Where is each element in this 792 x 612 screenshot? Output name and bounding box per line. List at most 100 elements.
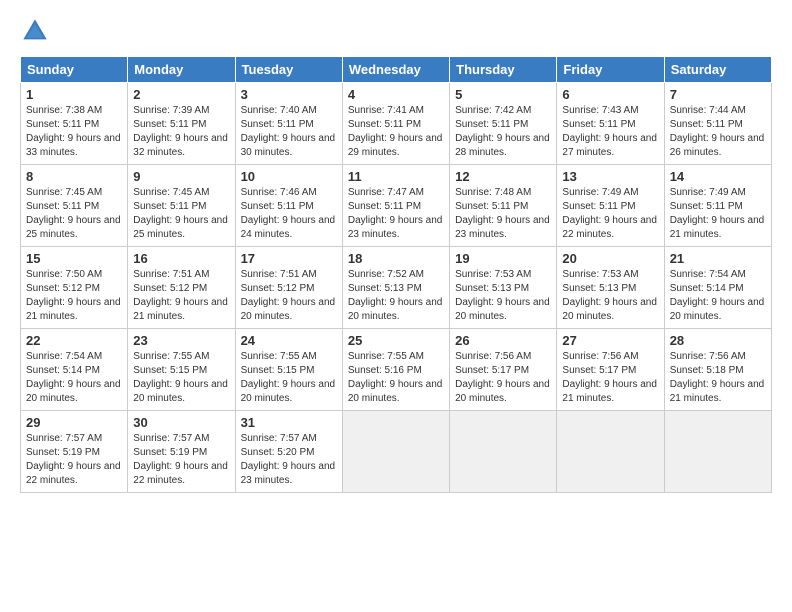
calendar-cell: 8Sunrise: 7:45 AM Sunset: 5:11 PM Daylig…: [21, 165, 128, 247]
day-number: 10: [241, 169, 337, 184]
calendar-cell: [664, 411, 771, 493]
day-number: 19: [455, 251, 551, 266]
weekday-header-row: SundayMondayTuesdayWednesdayThursdayFrid…: [21, 57, 772, 83]
weekday-header-tuesday: Tuesday: [235, 57, 342, 83]
day-number: 16: [133, 251, 229, 266]
day-info: Sunrise: 7:51 AM Sunset: 5:12 PM Dayligh…: [241, 268, 337, 324]
calendar-cell: 2Sunrise: 7:39 AM Sunset: 5:11 PM Daylig…: [128, 83, 235, 165]
day-number: 29: [26, 415, 122, 430]
calendar-cell: 14 Sunrise: 7:49 AM Sunset: 5:11 PM Dayli…: [664, 165, 771, 247]
day-number: 9: [133, 169, 229, 184]
day-info: Sunrise: 7:54 AM Sunset: 5:14 PM Dayligh…: [670, 268, 766, 324]
calendar-cell: 9Sunrise: 7:45 AM Sunset: 5:11 PM Daylig…: [128, 165, 235, 247]
weekday-header-thursday: Thursday: [450, 57, 557, 83]
day-info: Sunrise: 7:51 AM Sunset: 5:12 PM Dayligh…: [133, 268, 229, 324]
day-number: 18: [348, 251, 444, 266]
day-number: 21: [670, 251, 766, 266]
calendar-table: SundayMondayTuesdayWednesdayThursdayFrid…: [20, 56, 772, 493]
day-number: 7: [670, 87, 766, 102]
week-row-1: 1 Sunrise: 7:38 AM Sunset: 5:11 PM Daylig…: [21, 83, 772, 165]
day-info: Sunrise: 7:41 AM Sunset: 5:11 PM Dayligh…: [348, 104, 444, 160]
weekday-header-saturday: Saturday: [664, 57, 771, 83]
day-number: 22: [26, 333, 122, 348]
day-info: Sunrise: 7:43 AM Sunset: 5:11 PM Dayligh…: [562, 104, 658, 160]
week-row-4: 22Sunrise: 7:54 AM Sunset: 5:14 PM Dayli…: [21, 329, 772, 411]
calendar-cell: 4 Sunrise: 7:41 AM Sunset: 5:11 PM Daylig…: [342, 83, 449, 165]
logo: [20, 16, 54, 46]
day-number: 24: [241, 333, 337, 348]
day-info: Sunrise: 7:57 AM Sunset: 5:20 PM Dayligh…: [241, 432, 337, 488]
calendar-cell: [342, 411, 449, 493]
day-info: Sunrise: 7:47 AM Sunset: 5:11 PM Dayligh…: [348, 186, 444, 242]
day-info: Sunrise: 7:49 AM Sunset: 5:11 PM Dayligh…: [670, 186, 766, 242]
calendar-cell: [450, 411, 557, 493]
calendar-cell: 27 Sunrise: 7:56 AM Sunset: 5:17 PM Dayli…: [557, 329, 664, 411]
day-info: Sunrise: 7:42 AM Sunset: 5:11 PM Dayligh…: [455, 104, 551, 160]
calendar-cell: 31 Sunrise: 7:57 AM Sunset: 5:20 PM Dayli…: [235, 411, 342, 493]
day-info: Sunrise: 7:53 AM Sunset: 5:13 PM Dayligh…: [455, 268, 551, 324]
day-number: 4: [348, 87, 444, 102]
weekday-header-sunday: Sunday: [21, 57, 128, 83]
logo-icon: [20, 16, 50, 46]
calendar-cell: 23 Sunrise: 7:55 AM Sunset: 5:15 PM Dayli…: [128, 329, 235, 411]
day-number: 23: [133, 333, 229, 348]
day-info: Sunrise: 7:55 AM Sunset: 5:15 PM Dayligh…: [241, 350, 337, 406]
header: [20, 16, 772, 46]
day-info: Sunrise: 7:55 AM Sunset: 5:16 PM Dayligh…: [348, 350, 444, 406]
weekday-header-monday: Monday: [128, 57, 235, 83]
day-number: 25: [348, 333, 444, 348]
day-number: 11: [348, 169, 444, 184]
day-info: Sunrise: 7:49 AM Sunset: 5:11 PM Dayligh…: [562, 186, 658, 242]
calendar-cell: [557, 411, 664, 493]
day-number: 5: [455, 87, 551, 102]
calendar-cell: 1 Sunrise: 7:38 AM Sunset: 5:11 PM Daylig…: [21, 83, 128, 165]
day-info: Sunrise: 7:50 AM Sunset: 5:12 PM Dayligh…: [26, 268, 122, 324]
week-row-3: 15 Sunrise: 7:50 AM Sunset: 5:12 PM Dayli…: [21, 247, 772, 329]
day-info: Sunrise: 7:45 AM Sunset: 5:11 PM Dayligh…: [26, 186, 122, 242]
week-row-5: 29 Sunrise: 7:57 AM Sunset: 5:19 PM Dayli…: [21, 411, 772, 493]
calendar-cell: 18Sunrise: 7:52 AM Sunset: 5:13 PM Dayli…: [342, 247, 449, 329]
day-number: 6: [562, 87, 658, 102]
calendar-cell: 29Sunrise: 7:57 AM Sunset: 5:19 PM Dayli…: [21, 411, 128, 493]
day-info: Sunrise: 7:46 AM Sunset: 5:11 PM Dayligh…: [241, 186, 337, 242]
day-info: Sunrise: 7:40 AM Sunset: 5:11 PM Dayligh…: [241, 104, 337, 160]
day-number: 14: [670, 169, 766, 184]
day-info: Sunrise: 7:48 AM Sunset: 5:11 PM Dayligh…: [455, 186, 551, 242]
day-number: 17: [241, 251, 337, 266]
day-info: Sunrise: 7:56 AM Sunset: 5:18 PM Dayligh…: [670, 350, 766, 406]
day-number: 13: [562, 169, 658, 184]
weekday-header-friday: Friday: [557, 57, 664, 83]
calendar-cell: 7 Sunrise: 7:44 AM Sunset: 5:11 PM Daylig…: [664, 83, 771, 165]
day-info: Sunrise: 7:38 AM Sunset: 5:11 PM Dayligh…: [26, 104, 122, 160]
day-number: 15: [26, 251, 122, 266]
calendar-cell: 6 Sunrise: 7:43 AM Sunset: 5:11 PM Daylig…: [557, 83, 664, 165]
day-number: 31: [241, 415, 337, 430]
calendar-cell: 5 Sunrise: 7:42 AM Sunset: 5:11 PM Daylig…: [450, 83, 557, 165]
day-number: 2: [133, 87, 229, 102]
weekday-header-wednesday: Wednesday: [342, 57, 449, 83]
calendar-cell: 24 Sunrise: 7:55 AM Sunset: 5:15 PM Dayli…: [235, 329, 342, 411]
day-number: 30: [133, 415, 229, 430]
calendar-cell: 16 Sunrise: 7:51 AM Sunset: 5:12 PM Dayli…: [128, 247, 235, 329]
day-info: Sunrise: 7:44 AM Sunset: 5:11 PM Dayligh…: [670, 104, 766, 160]
day-info: Sunrise: 7:56 AM Sunset: 5:17 PM Dayligh…: [562, 350, 658, 406]
day-info: Sunrise: 7:57 AM Sunset: 5:19 PM Dayligh…: [133, 432, 229, 488]
day-info: Sunrise: 7:56 AM Sunset: 5:17 PM Dayligh…: [455, 350, 551, 406]
day-number: 20: [562, 251, 658, 266]
calendar-cell: 21 Sunrise: 7:54 AM Sunset: 5:14 PM Dayli…: [664, 247, 771, 329]
day-number: 1: [26, 87, 122, 102]
day-number: 27: [562, 333, 658, 348]
day-info: Sunrise: 7:55 AM Sunset: 5:15 PM Dayligh…: [133, 350, 229, 406]
day-number: 28: [670, 333, 766, 348]
week-row-2: 8Sunrise: 7:45 AM Sunset: 5:11 PM Daylig…: [21, 165, 772, 247]
calendar-cell: 17 Sunrise: 7:51 AM Sunset: 5:12 PM Dayli…: [235, 247, 342, 329]
calendar-cell: 28 Sunrise: 7:56 AM Sunset: 5:18 PM Dayli…: [664, 329, 771, 411]
calendar-cell: 15 Sunrise: 7:50 AM Sunset: 5:12 PM Dayli…: [21, 247, 128, 329]
calendar-cell: 12 Sunrise: 7:48 AM Sunset: 5:11 PM Dayli…: [450, 165, 557, 247]
calendar-cell: 26Sunrise: 7:56 AM Sunset: 5:17 PM Dayli…: [450, 329, 557, 411]
page: SundayMondayTuesdayWednesdayThursdayFrid…: [0, 0, 792, 503]
day-number: 12: [455, 169, 551, 184]
day-info: Sunrise: 7:53 AM Sunset: 5:13 PM Dayligh…: [562, 268, 658, 324]
calendar-cell: 20 Sunrise: 7:53 AM Sunset: 5:13 PM Dayli…: [557, 247, 664, 329]
calendar-cell: 22Sunrise: 7:54 AM Sunset: 5:14 PM Dayli…: [21, 329, 128, 411]
